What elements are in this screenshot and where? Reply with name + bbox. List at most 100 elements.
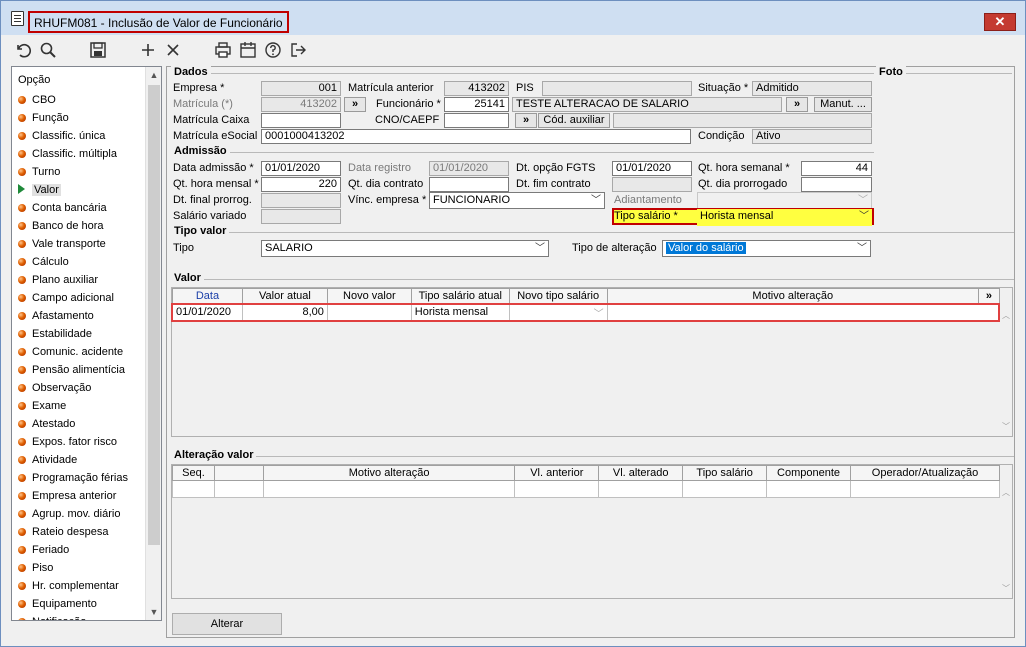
- scroll-up-icon[interactable]: ▲: [146, 67, 161, 83]
- funcionario-name-field[interactable]: TESTE ALTERACAO DE SALARIO: [512, 97, 782, 112]
- matricula-caixa-field[interactable]: [261, 113, 341, 128]
- data-admissao-field[interactable]: 01/01/2020: [261, 161, 341, 176]
- qt-dia-prorrogado-field[interactable]: [801, 177, 872, 192]
- sidebar-item-banco-de-hora[interactable]: Banco de hora: [18, 218, 104, 235]
- dt-fim-contrato-field[interactable]: [612, 177, 692, 192]
- scroll-down-icon[interactable]: ﹀: [1000, 583, 1012, 594]
- sidebar-item-calculo[interactable]: Cálculo: [18, 254, 69, 271]
- dt-final-prorrog-field[interactable]: [261, 193, 341, 208]
- col-tipo-salario[interactable]: Tipo salário: [682, 465, 768, 481]
- sidebar-item-classific-unica[interactable]: Classific. única: [18, 128, 105, 145]
- scroll-down-icon[interactable]: ▼: [146, 604, 161, 620]
- cell[interactable]: [850, 480, 1000, 498]
- col-motivo-alteracao[interactable]: Motivo alteração: [606, 288, 979, 304]
- sidebar-item-classific-multipla[interactable]: Classific. múltipla: [18, 146, 117, 163]
- sidebar-item-afastamento[interactable]: Afastamento: [18, 308, 94, 325]
- situacao-field[interactable]: Admitido: [752, 81, 872, 96]
- funcionario-expand-button[interactable]: »: [786, 97, 808, 112]
- alteracao-grid[interactable]: Seq. Motivo alteração Vl. anterior Vl. a…: [171, 464, 1013, 599]
- col-novo-valor[interactable]: Novo valor: [326, 288, 412, 304]
- sidebar-item-cbo[interactable]: CBO: [18, 92, 56, 109]
- sidebar-item-funcao[interactable]: Função: [18, 110, 69, 127]
- sidebar-item-conta-bancaria[interactable]: Conta bancária: [18, 200, 107, 217]
- cell[interactable]: [213, 480, 264, 498]
- matricula-field[interactable]: 413202: [261, 97, 341, 112]
- qt-dia-contrato-field[interactable]: [429, 177, 509, 192]
- cell[interactable]: [262, 480, 516, 498]
- scroll-up-icon[interactable]: ︿: [1000, 487, 1012, 498]
- sidebar-item-equipamento[interactable]: Equipamento: [18, 596, 97, 613]
- sidebar-item-estabilidade[interactable]: Estabilidade: [18, 326, 92, 343]
- sidebar-item-programacao-ferias[interactable]: Programação férias: [18, 470, 128, 487]
- alterar-button[interactable]: Alterar: [172, 613, 282, 635]
- sidebar-item-comunic-acidente[interactable]: Comunic. acidente: [18, 344, 123, 361]
- sidebar-item-expos-fator-risco[interactable]: Expos. fator risco: [18, 434, 117, 451]
- vinc-empresa-select[interactable]: FUNCIONARIO ﹀: [429, 192, 605, 209]
- sidebar-item-agrup-mov-diario[interactable]: Agrup. mov. diário: [18, 506, 120, 523]
- exit-icon[interactable]: [288, 40, 308, 60]
- cell[interactable]: [682, 480, 768, 498]
- col-tipo-salario-atual[interactable]: Tipo salário atual: [410, 288, 510, 304]
- scroll-up-icon[interactable]: ︿: [1000, 310, 1012, 321]
- sidebar-item-notificacao[interactable]: Notificação: [18, 614, 86, 620]
- sidebar-item-valor[interactable]: Valor: [18, 182, 61, 199]
- table-row[interactable]: [172, 480, 1000, 498]
- cell[interactable]: [598, 480, 684, 498]
- salario-variado-field[interactable]: [261, 209, 341, 224]
- sidebar-item-plano-auxiliar[interactable]: Plano auxiliar: [18, 272, 98, 289]
- save-icon[interactable]: [88, 40, 108, 60]
- col-novo-tipo-salario[interactable]: Novo tipo salário: [508, 288, 608, 304]
- matricula-expand-button[interactable]: »: [344, 97, 366, 112]
- sidebar-item-exame[interactable]: Exame: [18, 398, 66, 415]
- col-motivo[interactable]: Motivo alteração: [262, 465, 516, 481]
- sidebar-item-atividade[interactable]: Atividade: [18, 452, 77, 469]
- scroll-thumb[interactable]: [148, 85, 160, 545]
- col-data[interactable]: Data: [172, 288, 243, 304]
- empresa-field[interactable]: 001: [261, 81, 341, 96]
- tipo-select[interactable]: SALARIO ﹀: [261, 240, 549, 257]
- add-icon[interactable]: [138, 40, 158, 60]
- adiantamento-select[interactable]: ﹀: [697, 192, 872, 209]
- sidebar-item-pensao-alimenticia[interactable]: Pensão alimentícia: [18, 362, 125, 379]
- close-button[interactable]: ✕: [984, 13, 1016, 31]
- col-valor-atual[interactable]: Valor atual: [241, 288, 328, 304]
- cell[interactable]: [514, 480, 600, 498]
- col-componente[interactable]: Componente: [766, 465, 852, 481]
- delete-icon[interactable]: [163, 40, 183, 60]
- sidebar-item-atestado[interactable]: Atestado: [18, 416, 75, 433]
- col-vl-alterado[interactable]: Vl. alterado: [598, 465, 684, 481]
- qt-hora-semanal-field[interactable]: 44: [801, 161, 872, 176]
- qt-hora-mensal-field[interactable]: 220: [261, 177, 341, 192]
- undo-icon[interactable]: [13, 40, 33, 60]
- col-vl-anterior[interactable]: Vl. anterior: [514, 465, 600, 481]
- cno-field[interactable]: [444, 113, 509, 128]
- funcionario-field[interactable]: 25141: [444, 97, 509, 112]
- matricula-esocial-field[interactable]: 0001000413202: [261, 129, 691, 144]
- calendar-icon[interactable]: [238, 40, 258, 60]
- sidebar-item-feriado[interactable]: Feriado: [18, 542, 69, 559]
- tipo-alteracao-select[interactable]: Valor do salário ﹀: [662, 240, 871, 257]
- sidebar-item-campo-adicional[interactable]: Campo adicional: [18, 290, 114, 307]
- matricula-anterior-field[interactable]: 413202: [444, 81, 509, 96]
- valor-expand-button[interactable]: »: [977, 288, 1001, 304]
- manut-button[interactable]: Manut. ...: [814, 97, 872, 112]
- cell[interactable]: [172, 480, 215, 498]
- sidebar-item-rateio-despesa[interactable]: Rateio despesa: [18, 524, 108, 541]
- scroll-down-icon[interactable]: ﹀: [1000, 421, 1012, 432]
- sidebar-item-observacao[interactable]: Observação: [18, 380, 91, 397]
- print-icon[interactable]: [213, 40, 233, 60]
- sidebar-item-empresa-anterior[interactable]: Empresa anterior: [18, 488, 116, 505]
- dt-opcao-fgts-field[interactable]: 01/01/2020: [612, 161, 692, 176]
- col-operador[interactable]: Operador/Atualização: [850, 465, 1000, 481]
- help-icon[interactable]: [263, 40, 283, 60]
- pis-field[interactable]: [542, 81, 692, 96]
- options-scrollbar[interactable]: ▲ ▼: [145, 67, 161, 620]
- data-registro-field[interactable]: 01/01/2020: [429, 161, 509, 176]
- condicao-field[interactable]: Ativo: [752, 129, 872, 144]
- cod-auxiliar-field[interactable]: [613, 113, 872, 128]
- cod-auxiliar-button[interactable]: Cód. auxiliar: [538, 113, 610, 128]
- search-icon[interactable]: [38, 40, 58, 60]
- sidebar-item-hr-complementar[interactable]: Hr. complementar: [18, 578, 119, 595]
- col-seq[interactable]: Seq.: [172, 465, 215, 481]
- cell[interactable]: [766, 480, 852, 498]
